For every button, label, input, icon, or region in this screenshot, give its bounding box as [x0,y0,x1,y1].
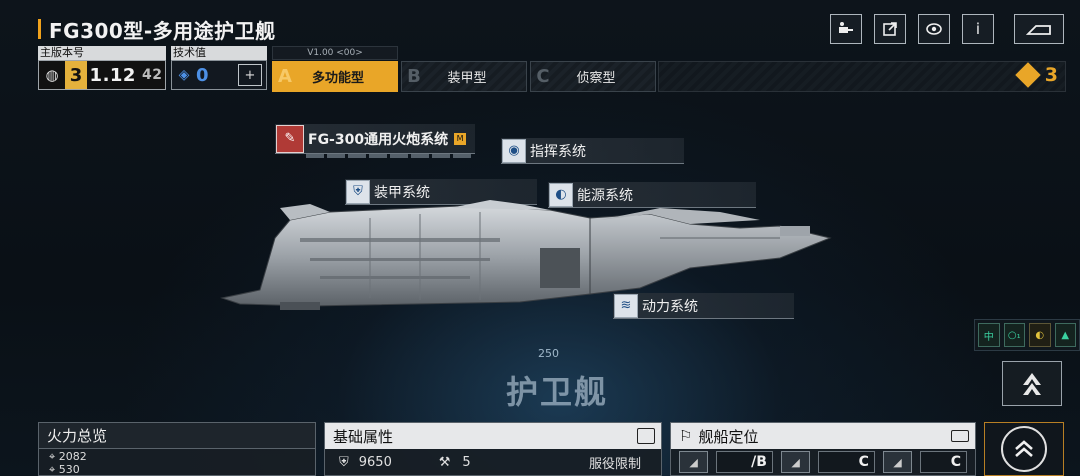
base-attribute-header: 基础属性 [325,423,661,449]
tab-label: 装甲型 [447,71,487,86]
add-tech-button[interactable]: + [238,64,262,86]
ship-class-name: 护卫舰 [506,373,609,411]
tab-label: 多功能型 [311,71,364,86]
firepower-body: ⌖ 2082 ⌖ 530 [39,449,315,476]
positioning-panel[interactable]: ⚐ 舰船定位 ◢ /B ◢ C ◢ C [670,422,976,476]
tab-label: 侦察型 [576,71,616,86]
command-icon: ◉ [502,138,526,163]
version-main-number: 1.12 [89,64,136,86]
version-block: 主版本号 ◍ 3 1.12 42 [38,46,166,90]
info-icon[interactable]: i [962,14,994,44]
weapon-system-label: FG-300通用火炮系统 [308,131,449,148]
tech-body: ◈ 0 + [171,60,267,90]
tab-mode-b[interactable]: B 装甲型 [401,61,527,92]
mode-count: 3 [1015,62,1058,88]
tab-letter: B [407,66,421,87]
emblem-number: 250 [538,347,559,360]
positioning-body: ◢ /B ◢ C ◢ C [671,449,975,475]
tech-icon: ◈ [178,67,190,83]
top-toolbar: i [830,14,1064,44]
view-icon[interactable] [918,14,950,44]
title-bar: FG300型-多用途护卫舰 [38,16,276,43]
armor-value: 5 [462,454,471,470]
hp-value: 9650 [358,454,392,470]
firepower-title: 火力总览 [47,427,108,445]
weapon-badge: M [454,132,467,145]
export-icon[interactable] [874,14,906,44]
rank-up-icon [1023,372,1041,395]
upgrade-rank-button[interactable] [1002,361,1062,406]
tab-mode-c[interactable]: C 侦察型 [530,61,656,92]
globe-icon: ◍ [39,61,65,89]
weapon-slot-indicators [306,154,471,158]
firepower-row: ⌖ 2082 [49,450,87,463]
base-attribute-title: 基础属性 [333,427,394,446]
role-icon: ◢ [679,451,709,473]
size-tag[interactable]: 中 [978,323,1000,347]
positioning-header: ⚐ 舰船定位 [671,423,975,449]
version-body: ◍ 3 1.12 42 [38,60,166,90]
service-limit: 服役限制 [588,456,641,472]
share-device-icon[interactable] [830,14,862,44]
location-icon: ⚐ [679,427,693,445]
tab-strip [658,61,1066,92]
version-sub-number: 42 [141,67,163,83]
tag-2[interactable]: ○₁ [1003,323,1025,347]
hull-icon: ⛨ [339,454,349,470]
chevron-up-icon [1001,426,1047,472]
firepower-header: 火力总览 [39,423,315,449]
version-main: 1.12 42 [87,61,165,89]
back-icon[interactable] [1014,14,1064,44]
toggle-icon[interactable] [951,430,969,442]
position-slot[interactable]: C [818,451,875,473]
positioning-title: 舰船定位 [698,427,759,446]
role-icon: ◢ [780,451,811,473]
version-label: 主版本号 [38,46,166,60]
cube-icon [1015,62,1041,88]
mode-count-value: 3 [1044,64,1058,86]
tag-row: 中 ○₁ ◐ ▲ [974,319,1080,351]
tab-letter: C [536,66,550,87]
armor-icon: ⚒ [438,454,451,470]
base-attribute-panel[interactable]: 基础属性 ⛨ 9650 ⚒ 5 服役限制 [324,422,662,476]
position-slot[interactable]: /B [716,451,773,473]
advance-button[interactable] [984,422,1064,476]
ship-model [220,200,832,310]
expand-icon[interactable] [637,428,655,444]
tab-letter: A [278,66,292,87]
tech-block: 技术值 ◈ 0 + [171,46,267,90]
title-accent [38,19,41,39]
info-glyph: i [975,20,981,38]
tech-label: 技术值 [171,46,267,60]
tag-4[interactable]: ▲ [1054,323,1076,347]
firepower-row: ⌖ 530 [49,463,80,476]
command-system-label: 指挥系统 [530,143,586,160]
tag-3[interactable]: ◐ [1029,323,1051,347]
weapon-system-callout[interactable]: ✎ FG-300通用火炮系统 M [275,124,475,154]
position-slot[interactable]: C [920,451,968,473]
version-tier: 3 [65,61,87,89]
page-title: FG300型-多用途护卫舰 [49,18,276,43]
tech-value: 0 [196,64,209,86]
cannon-icon: ✎ [276,124,304,153]
firepower-panel[interactable]: 火力总览 ⌖ 2082 ⌖ 530 [38,422,316,476]
tab-mode-a[interactable]: A 多功能型 [272,61,398,92]
mode-version-tag: V1.00 <00> [272,46,398,60]
role-icon: ◢ [882,451,913,473]
command-system-callout[interactable]: ◉ 指挥系统 [501,138,684,164]
base-attribute-body: ⛨ 9650 ⚒ 5 服役限制 [325,449,661,475]
